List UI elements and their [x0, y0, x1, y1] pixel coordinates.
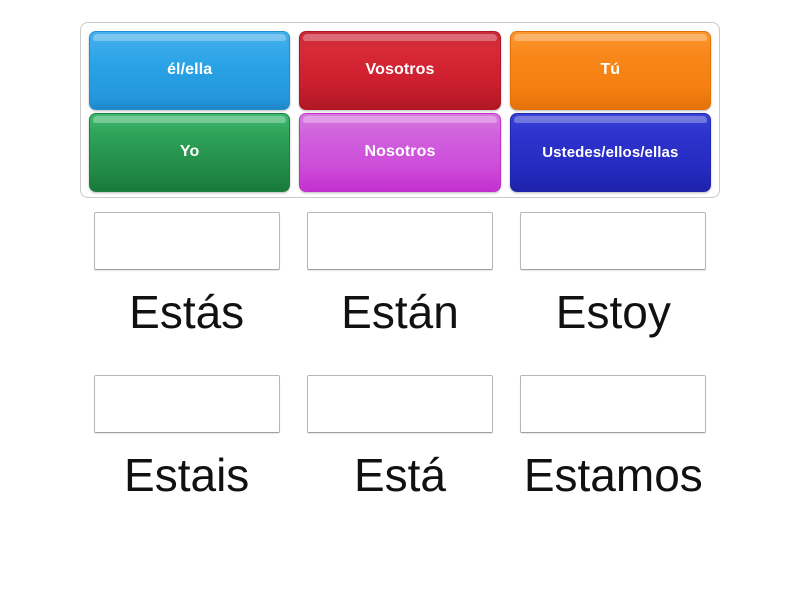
- drop-zone-esta[interactable]: [306, 375, 493, 434]
- answer-word-estoy: Estoy: [555, 286, 671, 338]
- tile-row-2: Yo Nosotros Ustedes/ellos/ellas: [89, 113, 711, 192]
- tile-label: él/ella: [167, 61, 213, 79]
- draggable-tile-tray: él/ella Vosotros Tú Yo Nosotros Ustedes/…: [80, 22, 720, 198]
- answer-cell-estoy: Estoy: [507, 212, 720, 336]
- tile-nosotros[interactable]: Nosotros: [299, 113, 501, 192]
- tile-el-ella[interactable]: él/ella: [89, 31, 291, 110]
- answer-cell-estas: Estás: [80, 212, 293, 336]
- answer-word-estas: Estás: [129, 286, 245, 338]
- answer-cell-esta: Está: [293, 375, 506, 502]
- answer-row-2: Estais Está Estamos: [80, 375, 720, 502]
- drop-zone-estais[interactable]: [93, 375, 280, 434]
- tile-label: Ustedes/ellos/ellas: [542, 143, 679, 161]
- answer-word-estais: Estais: [124, 449, 250, 502]
- answer-word-estamos: Estamos: [523, 449, 703, 502]
- drop-zone-estoy[interactable]: [520, 212, 707, 270]
- tile-label: Vosotros: [365, 61, 435, 79]
- tile-row-1: él/ella Vosotros Tú: [89, 31, 711, 110]
- answer-cell-estan: Están: [293, 212, 506, 336]
- drop-zone-estas[interactable]: [93, 212, 280, 270]
- drop-zone-estan[interactable]: [306, 212, 493, 270]
- answer-row-1: Estás Están Estoy: [80, 212, 720, 336]
- answer-cell-estais: Estais: [80, 375, 293, 502]
- tile-ustedes-ellos-ellas[interactable]: Ustedes/ellos/ellas: [509, 113, 711, 192]
- tile-tu[interactable]: Tú: [509, 31, 711, 110]
- answer-cell-estamos: Estamos: [507, 375, 720, 502]
- tile-label: Nosotros: [364, 143, 436, 161]
- answer-grid: Estás Están Estoy Estais Está Estamos: [80, 212, 720, 500]
- drop-zone-estamos[interactable]: [520, 375, 707, 434]
- tile-vosotros[interactable]: Vosotros: [299, 31, 501, 110]
- tile-label: Yo: [179, 143, 200, 161]
- tile-yo[interactable]: Yo: [89, 113, 291, 192]
- answer-word-esta: Está: [353, 449, 447, 502]
- answer-word-estan: Están: [341, 286, 459, 338]
- tile-label: Tú: [600, 61, 621, 79]
